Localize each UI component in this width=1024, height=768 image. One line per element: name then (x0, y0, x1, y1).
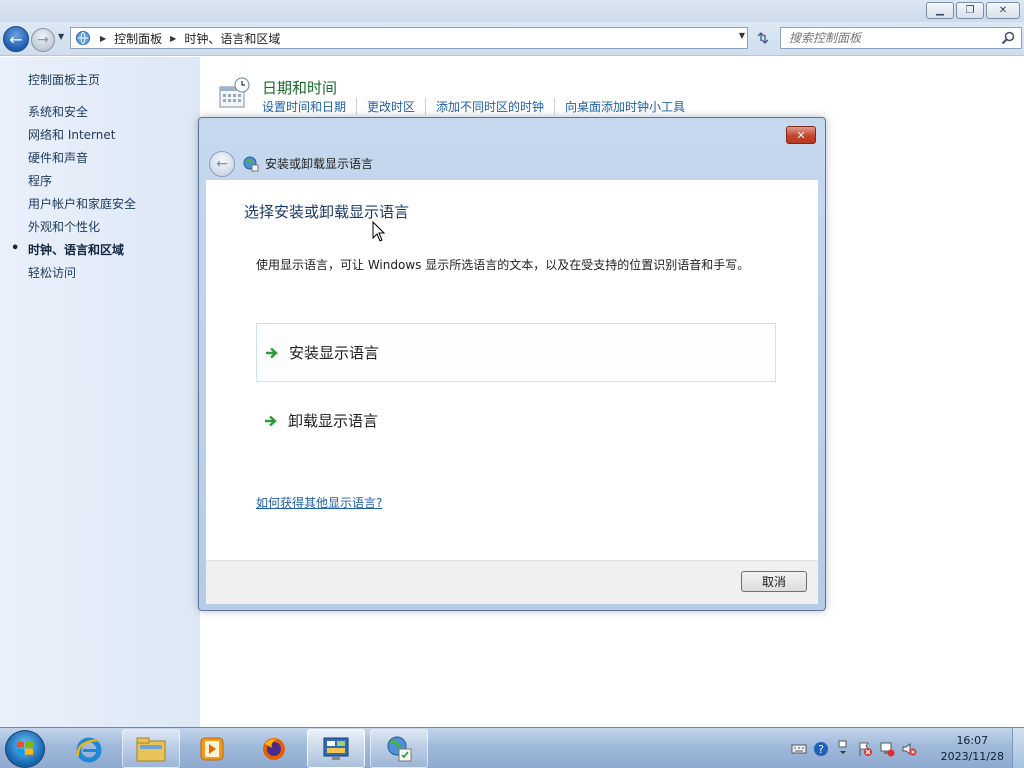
taskbar-internet-explorer[interactable] (60, 729, 118, 768)
taskbar-clock[interactable]: 16:07 2023/11/28 (941, 733, 1004, 765)
close-button[interactable]: ✕ (986, 2, 1020, 19)
dialog-header: ← 安装或卸载显示语言 (207, 148, 819, 179)
sidebar-item-appearance[interactable]: 外观和个性化 (28, 219, 136, 242)
green-arrow-icon (264, 415, 282, 427)
back-button[interactable]: ← (3, 26, 29, 52)
control-panel-home-link[interactable]: 控制面板主页 (28, 71, 100, 88)
search-input[interactable] (789, 29, 999, 47)
internet-explorer-icon (76, 737, 102, 762)
breadcrumb-control-panel[interactable]: 控制面板 (114, 30, 162, 47)
action-center-flag-icon[interactable] (856, 740, 874, 758)
install-display-language-option[interactable]: 安装显示语言 (256, 323, 776, 382)
category-list: 系统和安全 网络和 Internet 硬件和声音 程序 用户帐户和家庭安全 外观… (11, 104, 136, 288)
window-titlebar: ▁ ❐ ✕ (0, 0, 1024, 22)
clock-time: 16:07 (956, 734, 989, 747)
link-change-timezone[interactable]: 更改时区 (356, 98, 425, 115)
search-box[interactable] (780, 27, 1022, 49)
recent-pages-dropdown[interactable]: ▼ (58, 32, 64, 41)
clock-date: 2023/11/28 (940, 750, 1004, 763)
sidebar-item-ease-of-access[interactable]: 轻松访问 (28, 265, 136, 288)
globe-icon (387, 736, 412, 761)
back-arrow-icon: ← (216, 155, 228, 172)
control-panel-icon (323, 737, 349, 760)
sidebar-item-programs[interactable]: 程序 (28, 173, 136, 196)
network-disconnected-icon[interactable] (878, 740, 896, 758)
left-navigation-pane: 控制面板主页 系统和安全 网络和 Internet 硬件和声音 程序 用户帐户和… (0, 57, 200, 727)
dialog-close-button[interactable]: ✕ (786, 126, 816, 144)
dialog-description: 使用显示语言，可让 Windows 显示所选语言的文本，以及在受支持的位置识别语… (256, 258, 750, 272)
green-arrow-icon (265, 347, 283, 359)
link-add-clock-gadget[interactable]: 向桌面添加时钟小工具 (554, 98, 695, 115)
taskbar-control-panel[interactable] (307, 729, 365, 768)
category-title-date-time[interactable]: 日期和时间 (262, 77, 337, 98)
media-player-icon (200, 737, 224, 760)
windows-logo-icon (17, 741, 33, 755)
taskbar-media-player[interactable] (183, 729, 241, 768)
minimize-button[interactable]: ▁ (926, 2, 954, 19)
forward-button[interactable]: → (31, 28, 55, 52)
dialog-back-button[interactable]: ← (209, 150, 235, 177)
globe-icon (243, 156, 259, 172)
search-icon[interactable] (1001, 31, 1015, 48)
input-options-icon[interactable] (834, 740, 852, 758)
control-panel-icon (74, 30, 92, 46)
dialog-heading: 选择安装或卸载显示语言 (244, 203, 410, 221)
caption-buttons: ▁ ❐ ✕ (926, 2, 1020, 19)
link-set-time-date[interactable]: 设置时间和日期 (262, 98, 356, 115)
volume-muted-icon[interactable] (900, 740, 918, 758)
calendar-clock-icon[interactable] (218, 77, 250, 111)
category-links: 设置时间和日期 更改时区 添加不同时区的时钟 向桌面添加时钟小工具 (262, 98, 695, 115)
sidebar-item-user-accounts[interactable]: 用户帐户和家庭安全 (28, 196, 136, 219)
back-arrow-icon: ← (9, 29, 23, 49)
folder-icon (136, 737, 166, 761)
dialog-body: 选择安装或卸载显示语言 使用显示语言，可让 Windows 显示所选语言的文本，… (206, 180, 818, 560)
cancel-button[interactable]: 取消 (741, 571, 807, 592)
taskbar-windows-explorer[interactable] (122, 729, 180, 768)
dialog-footer: 取消 (206, 560, 818, 604)
show-desktop-button[interactable] (1012, 728, 1024, 768)
sidebar-item-hardware-sound[interactable]: 硬件和声音 (28, 150, 136, 173)
mouse-cursor-icon (372, 220, 386, 246)
dialog-title: 安装或卸载显示语言 (265, 157, 374, 171)
start-button[interactable] (5, 730, 45, 768)
breadcrumb-separator-icon[interactable]: ▶ (100, 34, 106, 43)
address-bar[interactable]: ▶ 控制面板 ▶ 时钟、语言和区域 ▼ (70, 27, 748, 49)
navigation-bar: ← → ▼ ▶ 控制面板 ▶ 时钟、语言和区域 ▼ (0, 22, 1024, 56)
firefox-icon (263, 737, 285, 760)
uninstall-display-language-option[interactable]: 卸载显示语言 (256, 391, 776, 450)
refresh-button[interactable] (752, 28, 774, 48)
link-add-clocks[interactable]: 添加不同时区的时钟 (425, 98, 554, 115)
help-icon[interactable]: ? (812, 740, 830, 758)
sidebar-item-clock-language-region[interactable]: 时钟、语言和区域 (11, 241, 136, 265)
address-dropdown-icon[interactable]: ▼ (739, 31, 745, 40)
svg-text:?: ? (818, 743, 824, 756)
system-tray: ? (790, 728, 922, 768)
keyboard-icon[interactable] (790, 740, 808, 758)
refresh-icon (757, 32, 769, 44)
sidebar-item-system-security[interactable]: 系统和安全 (28, 104, 136, 127)
breadcrumb-clock-language-region[interactable]: 时钟、语言和区域 (184, 30, 280, 47)
taskbar-firefox[interactable] (245, 729, 303, 768)
taskbar-language-settings[interactable] (370, 729, 428, 768)
more-languages-help-link[interactable]: 如何获得其他显示语言? (256, 494, 382, 511)
uninstall-display-language-label: 卸载显示语言 (288, 412, 379, 430)
install-display-language-label: 安装显示语言 (289, 344, 380, 362)
taskbar: ? 16:07 2023/11/28 (0, 727, 1024, 768)
restore-button[interactable]: ❐ (956, 2, 984, 19)
breadcrumb-separator-icon[interactable]: ▶ (170, 34, 176, 43)
display-language-dialog: ✕ ← 安装或卸载显示语言 选择安装或卸载显示语言 使用显示语言，可让 Wind… (198, 117, 826, 611)
sidebar-item-network-internet[interactable]: 网络和 Internet (28, 127, 136, 150)
forward-arrow-icon: → (37, 32, 49, 48)
